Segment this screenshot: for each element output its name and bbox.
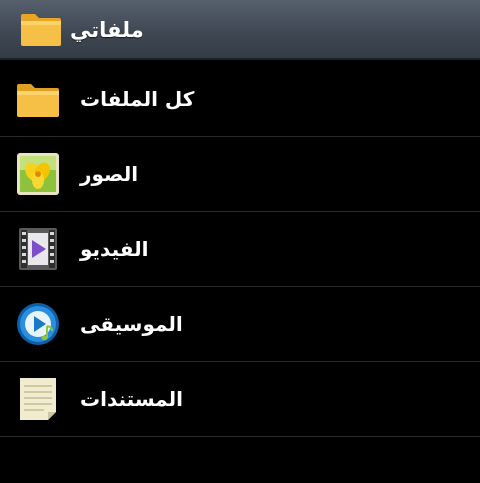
list-item-video[interactable]: الفيديو: [0, 212, 480, 287]
folder-icon: [17, 84, 59, 117]
list-item-label: الموسيقى: [80, 312, 183, 336]
list-item-documents[interactable]: المستندات: [0, 362, 480, 437]
my-files-app: ملفاتي كل الملفات الصور الفيديو الموسيقى…: [0, 0, 480, 483]
image-icon: [17, 153, 59, 195]
document-icon: [20, 378, 56, 420]
page-title: ملفاتي: [70, 18, 144, 42]
list-item-all-files[interactable]: كل الملفات: [0, 62, 480, 137]
list-item-images[interactable]: الصور: [0, 137, 480, 212]
list-item-label: المستندات: [80, 387, 183, 411]
music-icon: [17, 303, 59, 345]
folder-icon[interactable]: [19, 12, 63, 48]
list-item-label: الصور: [80, 162, 139, 186]
list-item-music[interactable]: الموسيقى: [0, 287, 480, 362]
action-bar: ملفاتي: [0, 0, 480, 60]
list-item-label: كل الملفات: [80, 87, 195, 111]
list-item-label: الفيديو: [80, 237, 149, 261]
category-list: كل الملفات الصور الفيديو الموسيقى المستن…: [0, 62, 480, 437]
video-icon: [19, 228, 57, 270]
